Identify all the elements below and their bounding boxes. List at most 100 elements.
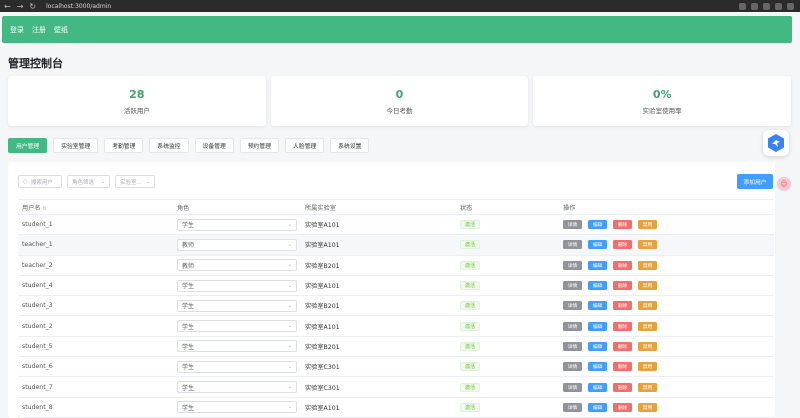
disable-button[interactable]: 禁用 xyxy=(638,281,657,291)
tab-faces[interactable]: 人脸管理 xyxy=(285,138,325,153)
detail-button[interactable]: 详情 xyxy=(563,382,582,392)
assistant-widget[interactable] xyxy=(763,130,789,156)
nav-login-link[interactable]: 登录 xyxy=(10,25,24,35)
address-bar[interactable]: localhost:3000/admin xyxy=(46,3,111,10)
status-badge: 激活 xyxy=(460,260,481,270)
add-user-button[interactable]: 添加用户 xyxy=(737,174,773,189)
disable-button[interactable]: 禁用 xyxy=(638,362,657,372)
detail-button[interactable]: 详情 xyxy=(563,240,582,250)
forward-icon[interactable]: → xyxy=(17,2,24,11)
delete-button[interactable]: 删除 xyxy=(613,301,632,311)
disable-button[interactable]: 禁用 xyxy=(638,382,657,392)
edit-button[interactable]: 编辑 xyxy=(588,240,607,250)
search-icon: ○ xyxy=(23,178,28,185)
lab-cell: 实验室A101 xyxy=(301,214,456,236)
edit-button[interactable]: 编辑 xyxy=(588,301,607,311)
delete-button[interactable]: 删除 xyxy=(613,362,632,372)
browser-nav: ← → ↻ xyxy=(0,2,36,11)
role-select[interactable]: 学生 ⌄ xyxy=(177,401,297,414)
edit-button[interactable]: 编辑 xyxy=(588,402,607,412)
row-actions: 详情 编辑 删除 禁用 xyxy=(563,382,774,392)
disable-button[interactable]: 禁用 xyxy=(638,301,657,311)
chevron-down-icon: ⌄ xyxy=(145,178,150,185)
extension-icon[interactable] xyxy=(763,2,770,10)
reload-icon[interactable]: ↻ xyxy=(29,2,36,11)
role-select[interactable]: 学生 ⌄ xyxy=(177,360,297,373)
tab-reservations[interactable]: 预约管理 xyxy=(239,138,280,153)
role-filter-select[interactable]: 角色筛选 ⌄ xyxy=(67,175,110,188)
nav-wallpaper-link[interactable]: 壁纸 xyxy=(54,25,68,35)
table-row: student_1 学生 ⌄ 实验室A101 激活 详情 编辑 删除 禁用 xyxy=(18,214,774,236)
status-cell: 激活 xyxy=(456,336,559,358)
edit-button[interactable]: 编辑 xyxy=(588,362,607,372)
edit-button[interactable]: 编辑 xyxy=(588,281,607,291)
back-icon[interactable]: ← xyxy=(4,2,11,11)
tab-users[interactable]: 用户管理 xyxy=(8,138,48,153)
detail-button[interactable]: 详情 xyxy=(563,260,582,270)
status-cell: 激活 xyxy=(456,315,559,337)
lab-filter-select[interactable]: 实验室... ⌄ xyxy=(115,175,155,188)
status-cell: 激活 xyxy=(456,295,559,317)
tab-devices[interactable]: 设备管理 xyxy=(194,138,234,153)
tab-attendance[interactable]: 考勤管理 xyxy=(104,138,144,153)
extension-icon[interactable] xyxy=(751,2,758,10)
actions-cell: 详情 编辑 删除 禁用 xyxy=(559,214,774,236)
table-row: student_4 学生 ⌄ 实验室A101 激活 详情 编辑 删除 禁用 xyxy=(18,275,774,297)
disable-button[interactable]: 禁用 xyxy=(638,321,657,331)
detail-button[interactable]: 详情 xyxy=(563,402,582,412)
role-select[interactable]: 教师 ⌄ xyxy=(177,238,297,251)
detail-button[interactable]: 详情 xyxy=(563,362,582,372)
extension-icon[interactable] xyxy=(739,2,746,10)
disable-button[interactable]: 禁用 xyxy=(638,402,657,412)
role-select[interactable]: 教师 ⌄ xyxy=(177,259,297,272)
detail-button[interactable]: 详情 xyxy=(563,321,582,331)
delete-button[interactable]: 删除 xyxy=(613,402,632,412)
status-badge: 激活 xyxy=(460,382,481,392)
disable-button[interactable]: 禁用 xyxy=(638,260,657,270)
extension-icon[interactable] xyxy=(775,2,782,10)
delete-button[interactable]: 删除 xyxy=(613,260,632,270)
edit-button[interactable]: 编辑 xyxy=(588,220,607,230)
table-row: student_3 学生 ⌄ 实验室B201 激活 详情 编辑 删除 禁用 xyxy=(18,295,774,317)
delete-button[interactable]: 删除 xyxy=(613,321,632,331)
detail-button[interactable]: 详情 xyxy=(563,301,582,311)
role-select[interactable]: 学生 ⌄ xyxy=(177,320,297,333)
delete-button[interactable]: 删除 xyxy=(613,220,632,230)
role-select[interactable]: 学生 ⌄ xyxy=(177,279,297,292)
delete-button[interactable]: 删除 xyxy=(613,341,632,351)
nav-register-link[interactable]: 注册 xyxy=(32,25,46,35)
delete-button[interactable]: 删除 xyxy=(613,281,632,291)
tab-monitoring[interactable]: 系统监控 xyxy=(149,138,189,153)
detail-button[interactable]: 详情 xyxy=(563,341,582,351)
disable-button[interactable]: 禁用 xyxy=(638,341,657,351)
username-cell: student_5 xyxy=(18,336,173,358)
disable-button[interactable]: 禁用 xyxy=(638,220,657,230)
edit-button[interactable]: 编辑 xyxy=(588,260,607,270)
table-header-row: 用户名 ⇅ 角色 所属实验室 状态 操作 xyxy=(18,199,774,215)
delete-button[interactable]: 删除 xyxy=(613,382,632,392)
role-select[interactable]: 学生 ⌄ xyxy=(177,340,297,353)
role-select[interactable]: 学生 ⌄ xyxy=(177,381,297,394)
sort-icon[interactable]: ⇅ xyxy=(43,206,47,212)
lab-cell: 实验室B201 xyxy=(301,336,456,358)
status-cell: 激活 xyxy=(456,214,559,236)
search-input[interactable]: ○ 搜索用户 xyxy=(18,175,62,188)
edit-button[interactable]: 编辑 xyxy=(588,321,607,331)
tab-settings[interactable]: 系统设置 xyxy=(330,138,370,153)
table-row: student_5 学生 ⌄ 实验室B201 激活 详情 编辑 删除 禁用 xyxy=(18,336,774,358)
extension-icon[interactable] xyxy=(787,2,794,10)
role-select[interactable]: 学生 ⌄ xyxy=(177,299,297,312)
avatar-icon[interactable]: ☺ xyxy=(777,177,791,191)
lab-cell: 实验室A101 xyxy=(301,315,456,337)
actions-cell: 详情 编辑 删除 禁用 xyxy=(559,315,774,337)
actions-cell: 详情 编辑 删除 禁用 xyxy=(559,275,774,297)
detail-button[interactable]: 详情 xyxy=(563,281,582,291)
detail-button[interactable]: 详情 xyxy=(563,220,582,230)
edit-button[interactable]: 编辑 xyxy=(588,382,607,392)
delete-button[interactable]: 删除 xyxy=(613,240,632,250)
column-header-username[interactable]: 用户名 ⇅ xyxy=(18,199,173,215)
role-select[interactable]: 学生 ⌄ xyxy=(177,218,297,231)
disable-button[interactable]: 禁用 xyxy=(638,240,657,250)
edit-button[interactable]: 编辑 xyxy=(588,341,607,351)
tab-labs[interactable]: 实验室管理 xyxy=(53,138,99,153)
